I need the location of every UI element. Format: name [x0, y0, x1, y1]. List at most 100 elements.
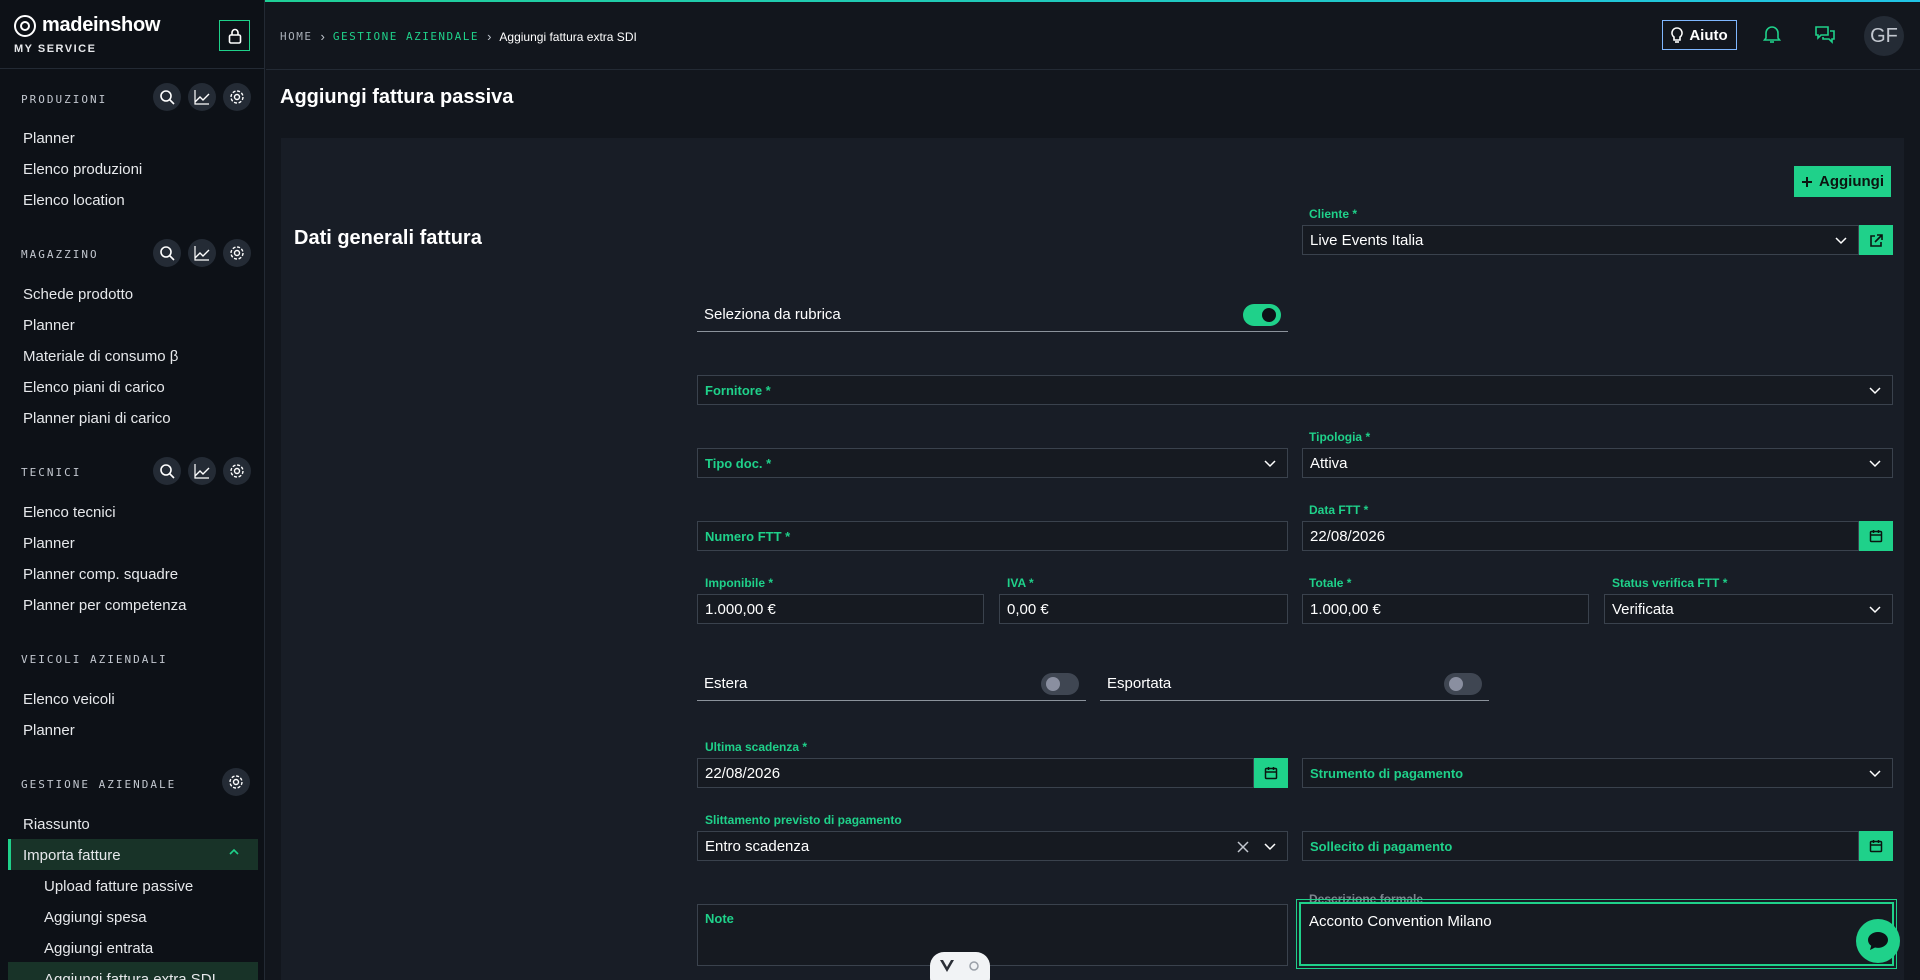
open-cliente-button[interactable] [1859, 225, 1893, 255]
estera-toggle[interactable] [1041, 673, 1079, 695]
chart-icon[interactable] [188, 83, 216, 111]
slittamento-label: Slittamento previsto di pagamento [705, 813, 902, 827]
breadcrumb-separator: › [320, 29, 325, 44]
nav-aggiungi-spesa[interactable]: Aggiungi spesa [44, 909, 147, 926]
chevron-down-icon [1869, 770, 1881, 778]
note-textarea[interactable]: Note [697, 904, 1288, 966]
iva-label: IVA * [1007, 576, 1034, 590]
gestione-actions [222, 768, 250, 796]
toggle-knob [1449, 677, 1463, 691]
data-ftt-input[interactable]: 22/08/2026 [1302, 521, 1859, 551]
nav-planner[interactable]: Planner [23, 130, 75, 147]
brand[interactable]: madeinshow MY SERVICE [14, 14, 160, 55]
breadcrumb-home[interactable]: HOME [280, 30, 313, 43]
gear-icon[interactable] [223, 239, 251, 267]
totale-label: Totale * [1309, 576, 1352, 590]
search-icon[interactable] [153, 83, 181, 111]
descrizione-textarea[interactable]: Acconto Convention Milano [1296, 899, 1897, 969]
esportata-label: Esportata [1107, 675, 1172, 692]
gear-icon[interactable] [222, 768, 250, 796]
clear-icon[interactable] [1237, 841, 1249, 853]
chart-icon[interactable] [188, 457, 216, 485]
totale-input[interactable]: 1.000,00 € [1302, 594, 1589, 624]
nav-elenco-location[interactable]: Elenco location [23, 192, 125, 209]
slittamento-value: Entro scadenza [705, 837, 810, 855]
chart-icon[interactable] [188, 239, 216, 267]
descrizione-value: Acconto Convention Milano [1309, 913, 1492, 930]
nav-elenco-piani-carico[interactable]: Elenco piani di carico [23, 379, 165, 396]
chevron-down-icon [1869, 606, 1881, 614]
section-title: Dati generali fattura [294, 227, 482, 249]
sidebar: madeinshow MY SERVICE PRODUZIONI Planner… [0, 0, 265, 980]
iva-input[interactable]: 0,00 € [999, 594, 1288, 624]
ultima-scadenza-calendar-button[interactable] [1254, 758, 1288, 788]
nav-elenco-tecnici[interactable]: Elenco tecnici [23, 504, 116, 521]
imponibile-value: 1.000,00 € [705, 600, 776, 618]
numero-ftt-input[interactable]: Numero FTT * [697, 521, 1288, 551]
nav-importa-fatture[interactable]: Importa fatture [23, 847, 121, 864]
esportata-toggle[interactable] [1444, 673, 1482, 695]
nav-elenco-veicoli[interactable]: Elenco veicoli [23, 691, 115, 708]
nav-aggiungi-entrata[interactable]: Aggiungi entrata [44, 940, 153, 957]
gear-icon[interactable] [223, 83, 251, 111]
help-button[interactable]: Aiuto [1662, 20, 1737, 50]
magazzino-actions [153, 239, 251, 267]
gear-icon [969, 961, 979, 971]
fornitore-select[interactable]: Fornitore * [697, 375, 1893, 405]
breadcrumb-section[interactable]: GESTIONE AZIENDALE [333, 30, 479, 43]
chevron-down-icon [1264, 843, 1276, 851]
plus-icon [1802, 176, 1812, 187]
ultima-scadenza-input[interactable]: 22/08/2026 [697, 758, 1254, 788]
tecnici-actions [153, 457, 251, 485]
gear-icon[interactable] [223, 457, 251, 485]
strumento-pagamento-select[interactable]: Strumento di pagamento [1302, 758, 1893, 788]
tipologia-value: Attiva [1310, 454, 1348, 472]
bell-icon[interactable] [1763, 24, 1781, 44]
nav-planner-magazzino[interactable]: Planner [23, 317, 75, 334]
nav-materiale-consumo[interactable]: Materiale di consumo β [23, 348, 178, 365]
sollecito-calendar-button[interactable] [1859, 831, 1893, 861]
imponibile-input[interactable]: 1.000,00 € [697, 594, 984, 624]
tipologia-select[interactable]: Attiva [1302, 448, 1893, 478]
section-tecnici: TECNICI [21, 466, 82, 479]
chat-button[interactable] [1856, 919, 1900, 963]
nav-planner-competenza[interactable]: Planner per competenza [23, 597, 186, 614]
calendar-icon [1869, 840, 1883, 853]
rubrica-toggle-row: Seleziona da rubrica [697, 298, 1288, 332]
lock-button[interactable] [219, 20, 250, 51]
search-icon[interactable] [153, 239, 181, 267]
cliente-label: Cliente * [1309, 207, 1358, 221]
tipo-doc-select[interactable]: Tipo doc. * [697, 448, 1288, 478]
add-button[interactable]: Aggiungi [1794, 166, 1891, 197]
estera-toggle-row: Estera [697, 667, 1086, 701]
chevron-up-icon[interactable] [228, 848, 240, 856]
brand-name: madeinshow [42, 14, 161, 36]
sollecito-input[interactable]: Sollecito di pagamento [1302, 831, 1859, 861]
slittamento-select[interactable]: Entro scadenza [697, 831, 1288, 861]
breadcrumb-current: Aggiungi fattura extra SDI [499, 29, 637, 44]
toggle-knob [1046, 677, 1060, 691]
nav-planner-comp-squadre[interactable]: Planner comp. squadre [23, 566, 178, 583]
calendar-icon [1869, 530, 1883, 543]
iva-value: 0,00 € [1007, 600, 1049, 618]
nav-schede-prodotto[interactable]: Schede prodotto [23, 286, 133, 303]
chevron-down-icon [1835, 237, 1847, 245]
nav-upload-fatture-passive[interactable]: Upload fatture passive [44, 878, 193, 895]
status-select[interactable]: Verificata [1604, 594, 1893, 624]
nav-aggiungi-fattura-extra-sdi[interactable]: Aggiungi fattura extra SDI [44, 971, 216, 980]
nav-planner-veicoli[interactable]: Planner [23, 722, 75, 739]
rubrica-toggle[interactable] [1243, 304, 1281, 326]
sidebar-divider [0, 68, 264, 69]
avatar[interactable]: GF [1864, 16, 1904, 56]
produzioni-actions [153, 83, 251, 111]
nav-elenco-produzioni[interactable]: Elenco produzioni [23, 161, 142, 178]
messages-icon[interactable] [1814, 24, 1836, 44]
search-icon[interactable] [153, 457, 181, 485]
data-ftt-calendar-button[interactable] [1859, 521, 1893, 551]
nav-planner-tecnici[interactable]: Planner [23, 535, 75, 552]
cliente-select[interactable]: Live Events Italia [1302, 225, 1859, 255]
nav-riassunto[interactable]: Riassunto [23, 816, 90, 833]
bottom-toolbar-pill[interactable] [930, 952, 990, 980]
top-header: HOME › GESTIONE AZIENDALE › Aggiungi fat… [266, 2, 1920, 70]
nav-planner-piani-carico[interactable]: Planner piani di carico [23, 410, 171, 427]
